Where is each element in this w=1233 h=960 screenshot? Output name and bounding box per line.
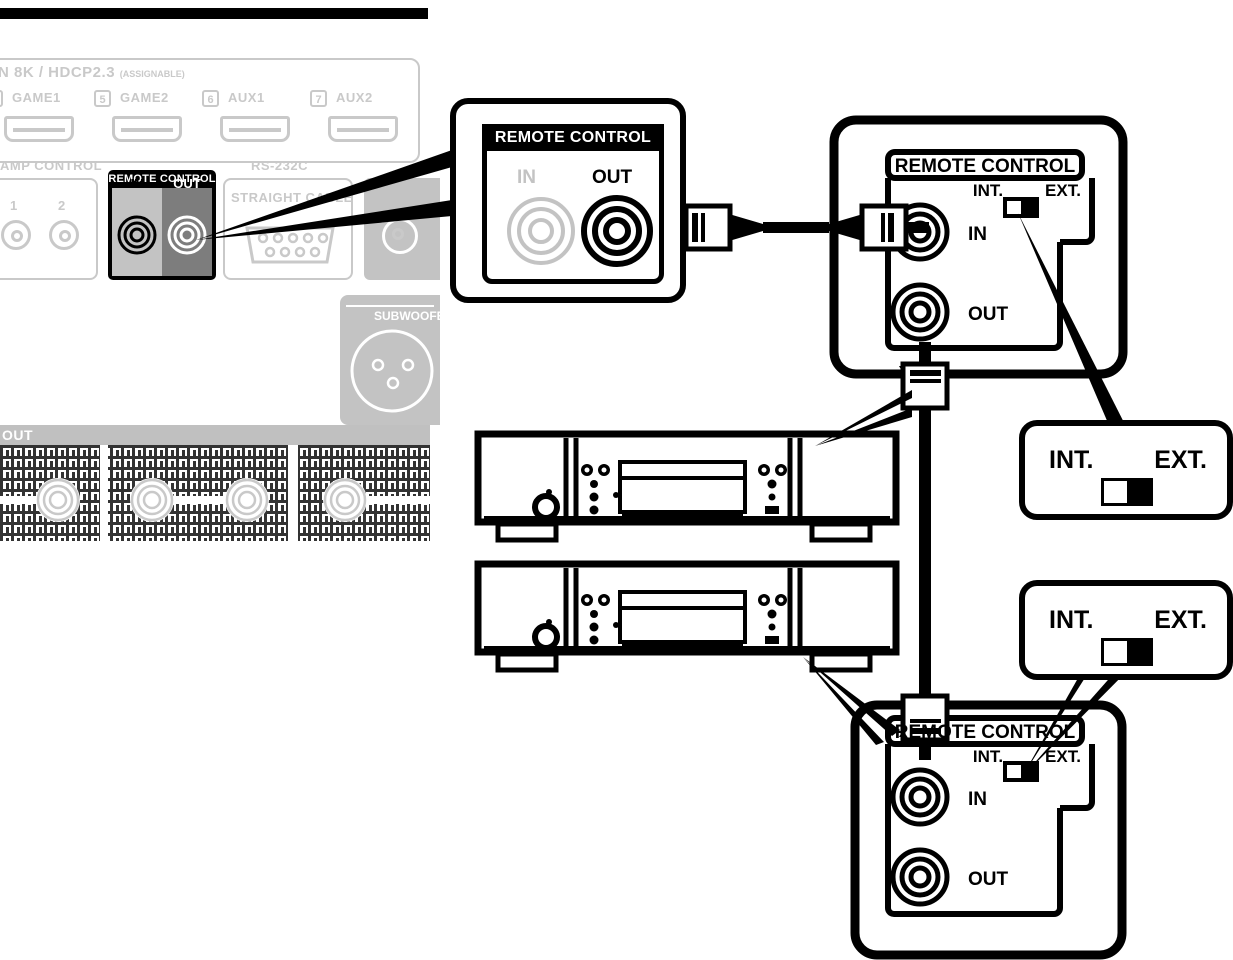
component-player-top <box>474 430 900 543</box>
callout-remote-header: REMOTE CONTROL <box>482 124 664 151</box>
lower-device-panel-header: REMOTE CONTROL <box>895 722 1076 743</box>
callout-out-label: OUT <box>592 167 633 188</box>
switch-callout-2-toggle[interactable] <box>1101 638 1153 666</box>
upper-device-int-label: INT. <box>973 181 1003 200</box>
switch-callout-1-int-label: INT. <box>1049 446 1094 474</box>
remote-control-cable-vertical <box>899 342 950 760</box>
lower-device-in-label: IN <box>968 789 987 810</box>
callout-in-jack[interactable] <box>505 195 577 267</box>
switch-callout-1-toggle[interactable] <box>1101 478 1153 506</box>
switch-callout-2: INT. EXT. <box>1019 580 1233 680</box>
diagram-canvas: N 8K / HDCP2.3 (ASSIGNABLE) 4 GAME1 5 GA… <box>0 0 1233 960</box>
remote-control-callout: REMOTE CONTROL IN OUT <box>450 98 686 303</box>
upper-device-ext-label: EXT. <box>1045 181 1081 200</box>
upper-device-panel-header: REMOTE CONTROL <box>895 156 1076 177</box>
switch-callout-1-ext-label: EXT. <box>1154 446 1207 474</box>
lower-device-int-label: INT. <box>973 747 1003 766</box>
lower-device-out-label: OUT <box>968 869 1009 890</box>
callout-remote-panel: REMOTE CONTROL IN OUT <box>482 124 664 284</box>
switch-callout-2-int-label: INT. <box>1049 606 1094 634</box>
remote-control-cable-horizontal <box>661 203 929 252</box>
upper-device-out-label: OUT <box>968 304 1009 325</box>
lower-device-ext-label: EXT. <box>1045 747 1081 766</box>
component-player-bottom <box>474 560 900 673</box>
callout-out-jack[interactable] <box>579 193 655 269</box>
upper-device-in-label: IN <box>968 224 987 245</box>
switch-callout-1: INT. EXT. <box>1019 420 1233 520</box>
leader-remote-control-callout <box>196 150 452 240</box>
switch-callout-2-ext-label: EXT. <box>1154 606 1207 634</box>
callout-in-label: IN <box>517 167 536 188</box>
